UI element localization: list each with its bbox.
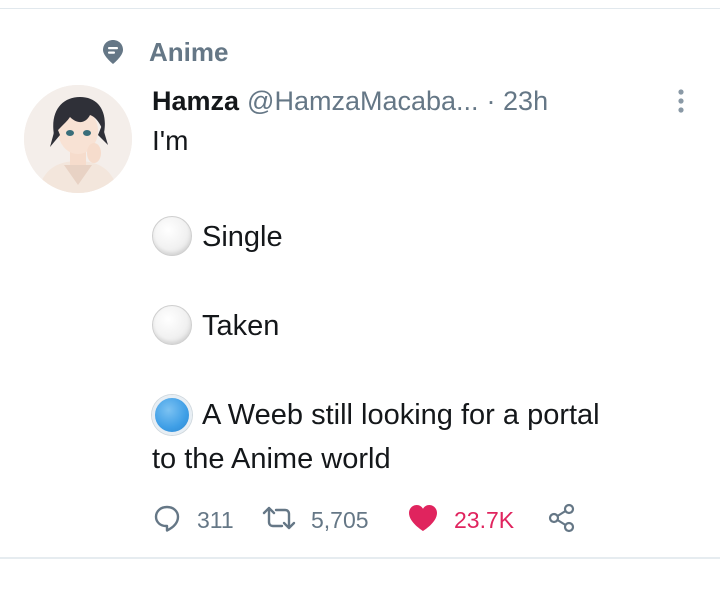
poll-option-taken[interactable]: Taken <box>152 305 279 347</box>
reply-count: 311 <box>197 506 234 533</box>
like-button[interactable]: 23.7K <box>407 503 547 538</box>
bottom-divider <box>0 557 720 559</box>
share-button[interactable] <box>547 503 577 538</box>
top-divider <box>0 8 720 9</box>
author-name[interactable]: Hamza <box>152 86 239 117</box>
tweet-time[interactable]: · 23h <box>487 86 549 117</box>
topic-context[interactable]: Anime <box>100 34 228 70</box>
share-icon <box>547 503 577 538</box>
author-handle[interactable]: @HamzaMacaba... <box>247 86 479 117</box>
radio-selected-icon[interactable] <box>152 395 192 435</box>
avatar[interactable] <box>24 85 132 193</box>
like-count: 23.7K <box>454 506 515 533</box>
retweet-button[interactable]: 5,705 <box>262 504 407 537</box>
poll-option-label: Single <box>202 221 283 253</box>
more-options-icon[interactable] <box>676 86 686 116</box>
poll-option-single[interactable]: Single <box>152 216 283 258</box>
next-tweet-preview: … <box>100 578 126 595</box>
poll-option-label-line2: to the Anime world <box>152 443 391 475</box>
tweet-actions: 311 5,705 23.7K <box>152 500 577 540</box>
poll-option-label: A Weeb still looking for a portal <box>202 399 600 431</box>
radio-unselected-icon[interactable] <box>152 216 192 256</box>
pin-icon <box>100 39 126 65</box>
retweet-icon <box>262 504 296 537</box>
reply-icon <box>152 503 182 538</box>
tweet-page: Anime Hamza @HamzaMacaba... · 23h I'm Si… <box>0 0 720 595</box>
poll-option-weeb[interactable]: A Weeb still looking for a portal to the… <box>152 395 720 475</box>
poll-option-label: Taken <box>202 310 280 342</box>
heart-icon <box>407 503 439 538</box>
tweet-header: Hamza @HamzaMacaba... · 23h <box>152 80 692 122</box>
topic-label: Anime <box>149 36 229 67</box>
tweet-text: I'm <box>152 125 189 156</box>
reply-button[interactable]: 311 <box>152 503 262 538</box>
radio-unselected-icon[interactable] <box>152 305 192 345</box>
retweet-count: 5,705 <box>311 506 369 533</box>
